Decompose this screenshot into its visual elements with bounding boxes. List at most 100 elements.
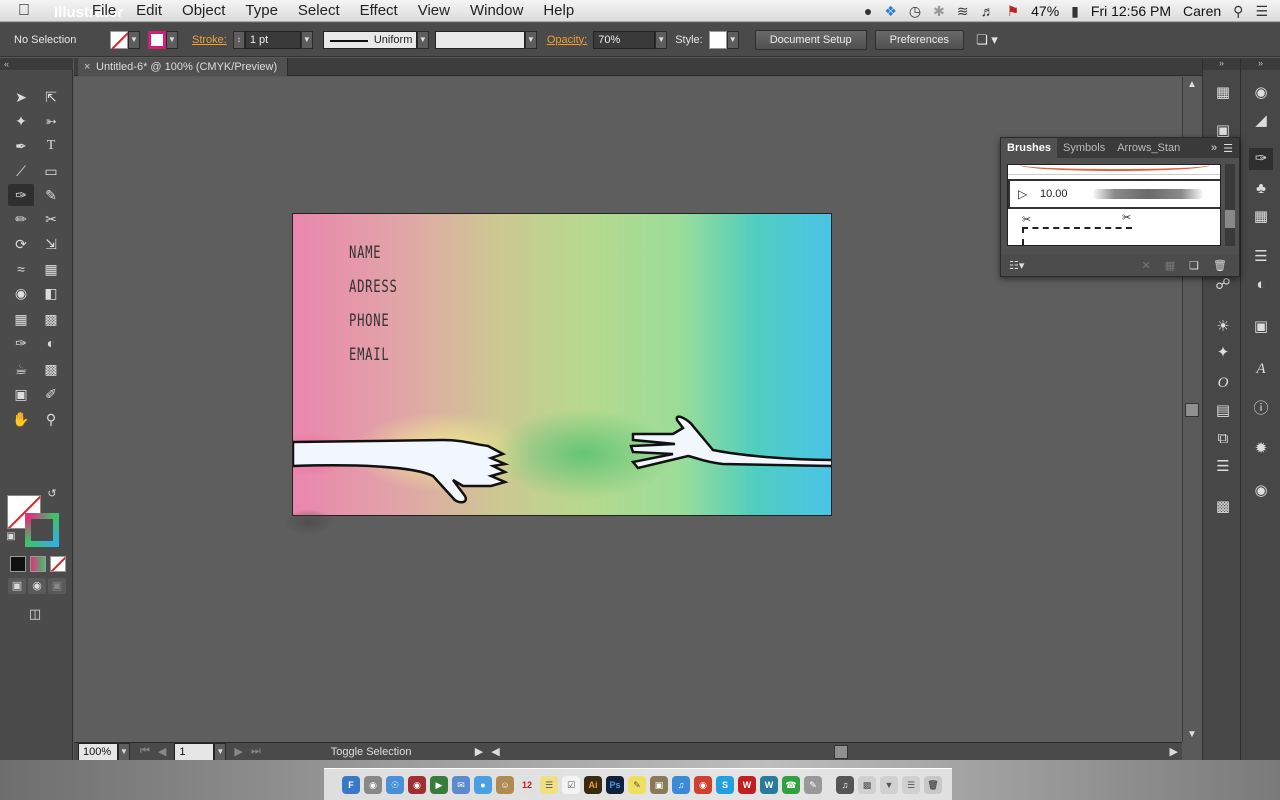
preferences-button[interactable]: Preferences <box>874 29 964 50</box>
dock2-expand-icon[interactable]: » <box>1241 58 1280 70</box>
notes-icon[interactable]: ☰ <box>540 775 558 794</box>
facetime-icon[interactable]: ▶ <box>430 775 448 794</box>
stroke-weight-field[interactable]: 1 pt <box>244 30 301 49</box>
volume-icon[interactable]: ♬ <box>981 0 995 22</box>
menu-object[interactable]: Object <box>182 0 225 22</box>
status-menu-icon[interactable]: ▶ <box>475 745 483 758</box>
transparency-panel-icon[interactable]: ◐ <box>1249 274 1273 296</box>
opacity-field[interactable]: 70% <box>593 30 656 49</box>
brushes-panel-icon[interactable]: ✑ <box>1249 148 1273 170</box>
actions-panel-icon[interactable]: ✹ <box>1249 438 1273 460</box>
type-panel-icon[interactable]: O <box>1211 372 1235 394</box>
panel-menu-icon[interactable]: ☰ <box>1223 142 1239 155</box>
scroll-down-icon[interactable]: ▼ <box>1183 729 1201 740</box>
stroke-panel-icon[interactable]: ☰ <box>1249 246 1273 268</box>
blob-brush-tool-icon[interactable]: ✏ <box>8 208 34 230</box>
attributes-panel-icon[interactable]: ◉ <box>1249 480 1273 502</box>
draw-inside-icon[interactable]: ▣ <box>48 578 66 594</box>
fill-dropdown-icon[interactable]: ▼ <box>128 30 140 49</box>
pencil-tool-icon[interactable]: ✎ <box>38 184 64 206</box>
photo-booth-icon[interactable]: ◉ <box>408 775 426 794</box>
magic-wand-tool-icon[interactable]: ✦ <box>8 110 34 132</box>
brush-row-selected[interactable]: ▷ 10.00 <box>1008 179 1220 209</box>
battery-icon[interactable]: ▮ <box>1071 0 1079 22</box>
notification-center-icon[interactable]: ☰ <box>1255 0 1268 22</box>
zoom-field[interactable]: 100% <box>78 742 118 761</box>
document-tab[interactable]: × Untitled-6* @ 100% (CMYK/Preview) <box>78 58 289 76</box>
links-panel-icon[interactable]: ☍ <box>1211 274 1235 296</box>
delete-brush-icon[interactable]: 🗑 <box>1213 259 1227 272</box>
scroll-left-icon[interactable]: ◀ <box>491 745 499 758</box>
symbol-sprayer-tool-icon[interactable]: ☕ <box>8 358 34 380</box>
tab-arrows-standard[interactable]: Arrows_Stan <box>1111 138 1186 158</box>
illustrator-icon[interactable]: Ai <box>584 775 602 794</box>
rotate-tool-icon[interactable]: ⟳ <box>8 233 34 255</box>
launchpad-icon[interactable]: ◉ <box>364 775 382 794</box>
spotlight-icon[interactable]: ⚲ <box>1233 0 1243 22</box>
lasso-tool-icon[interactable]: ➳ <box>38 110 64 132</box>
zoom-tool-icon[interactable]: ⚲ <box>38 408 64 430</box>
notification-icon[interactable]: ● <box>864 0 872 22</box>
tab-brushes[interactable]: Brushes <box>1001 138 1058 158</box>
symbols-panel-icon[interactable]: ♣ <box>1249 178 1273 200</box>
free-transform-tool-icon[interactable]: ▦ <box>38 258 64 280</box>
next-artboard-icon[interactable]: ▶ <box>234 745 242 758</box>
scroll-right-icon[interactable]: ▶ <box>1170 745 1178 758</box>
right-hand[interactable] <box>629 415 832 470</box>
artboard-number-field[interactable]: 1 <box>174 742 215 761</box>
arrange-documents-icon[interactable]: ❏ ▾ <box>976 32 998 48</box>
brush-options-icon[interactable]: ▦ <box>1165 259 1175 272</box>
appearance-panel-icon[interactable]: ☀ <box>1211 316 1235 338</box>
perspective-grid-tool-icon[interactable]: ◧ <box>38 282 64 304</box>
type-tool-icon[interactable]: T <box>38 135 64 157</box>
close-tab-icon[interactable]: × <box>84 58 90 76</box>
photoshop-icon[interactable]: Ps <box>606 775 624 794</box>
messages-icon[interactable]: ● <box>474 775 492 794</box>
previous-artboard-icon[interactable]: ◀ <box>158 745 166 758</box>
folder-icon[interactable]: ▩ <box>858 775 876 794</box>
panel-overflow-icon[interactable]: » <box>1211 142 1223 154</box>
downloads-icon[interactable]: ▼ <box>880 775 898 794</box>
itunes-icon[interactable]: ♫ <box>672 775 690 794</box>
stroke-stepper-icon[interactable]: ↕ <box>232 30 245 49</box>
style-dropdown-icon[interactable]: ▼ <box>726 30 739 49</box>
status-text[interactable]: Toggle Selection <box>331 746 471 758</box>
chrome-icon[interactable]: ◉ <box>694 775 712 794</box>
stroke-weight-dropdown-icon[interactable]: ▼ <box>300 30 313 49</box>
warp-tool-icon[interactable]: ≈ <box>8 258 34 280</box>
column-graph-tool-icon[interactable]: ▩ <box>38 358 64 380</box>
color-mode-icon[interactable] <box>10 556 26 572</box>
remove-stroke-icon[interactable]: ✕ <box>1142 259 1151 272</box>
artboard-dropdown-icon[interactable]: ▼ <box>214 742 227 761</box>
clock[interactable]: Fri 12:56 PM <box>1091 0 1171 22</box>
brush-list-scrollbar[interactable] <box>1225 164 1235 246</box>
opacity-dropdown-icon[interactable]: ▼ <box>655 30 668 49</box>
brush-row-pattern[interactable]: ✂ ✂ <box>1008 211 1220 245</box>
calendar-icon[interactable]: 12 <box>518 775 536 794</box>
brush-libraries-icon[interactable]: ☷▾ <box>1009 259 1024 272</box>
mesh-tool-icon[interactable]: ▦ <box>8 308 34 330</box>
safari-icon[interactable]: ☉ <box>386 775 404 794</box>
gradient-panel-icon[interactable]: ▩ <box>1211 496 1235 518</box>
music-icon[interactable]: ♫ <box>836 775 854 794</box>
scissors-tool-icon[interactable]: ✂ <box>38 208 64 230</box>
wordpress-icon[interactable]: W <box>760 775 778 794</box>
vertical-scroll-thumb[interactable] <box>1185 403 1199 417</box>
first-artboard-icon[interactable]: ⏮ <box>140 745 150 758</box>
stickies-icon[interactable]: ✎ <box>628 775 646 794</box>
character-panel-icon[interactable]: A <box>1249 358 1273 380</box>
brush-list-scroll-thumb[interactable] <box>1225 210 1235 228</box>
user-name[interactable]: Caren <box>1183 0 1221 22</box>
menu-type[interactable]: Type <box>245 0 278 22</box>
line-tool-icon[interactable]: ⟋ <box>8 160 34 182</box>
fill-swatch[interactable] <box>110 30 128 49</box>
panel-collapse-icon[interactable]: « <box>0 58 73 70</box>
menu-edit[interactable]: Edit <box>136 0 162 22</box>
brush-definition[interactable] <box>434 30 525 49</box>
pen-tool-icon[interactable]: ✒ <box>8 135 34 157</box>
stroke-dropdown-icon[interactable]: ▼ <box>166 30 178 49</box>
menu-effect[interactable]: Effect <box>360 0 398 22</box>
pathfinder-panel-icon[interactable]: ⧉ <box>1211 428 1235 450</box>
hand-tool-icon[interactable]: ✋ <box>8 408 34 430</box>
draw-behind-icon[interactable]: ◉ <box>28 578 46 594</box>
